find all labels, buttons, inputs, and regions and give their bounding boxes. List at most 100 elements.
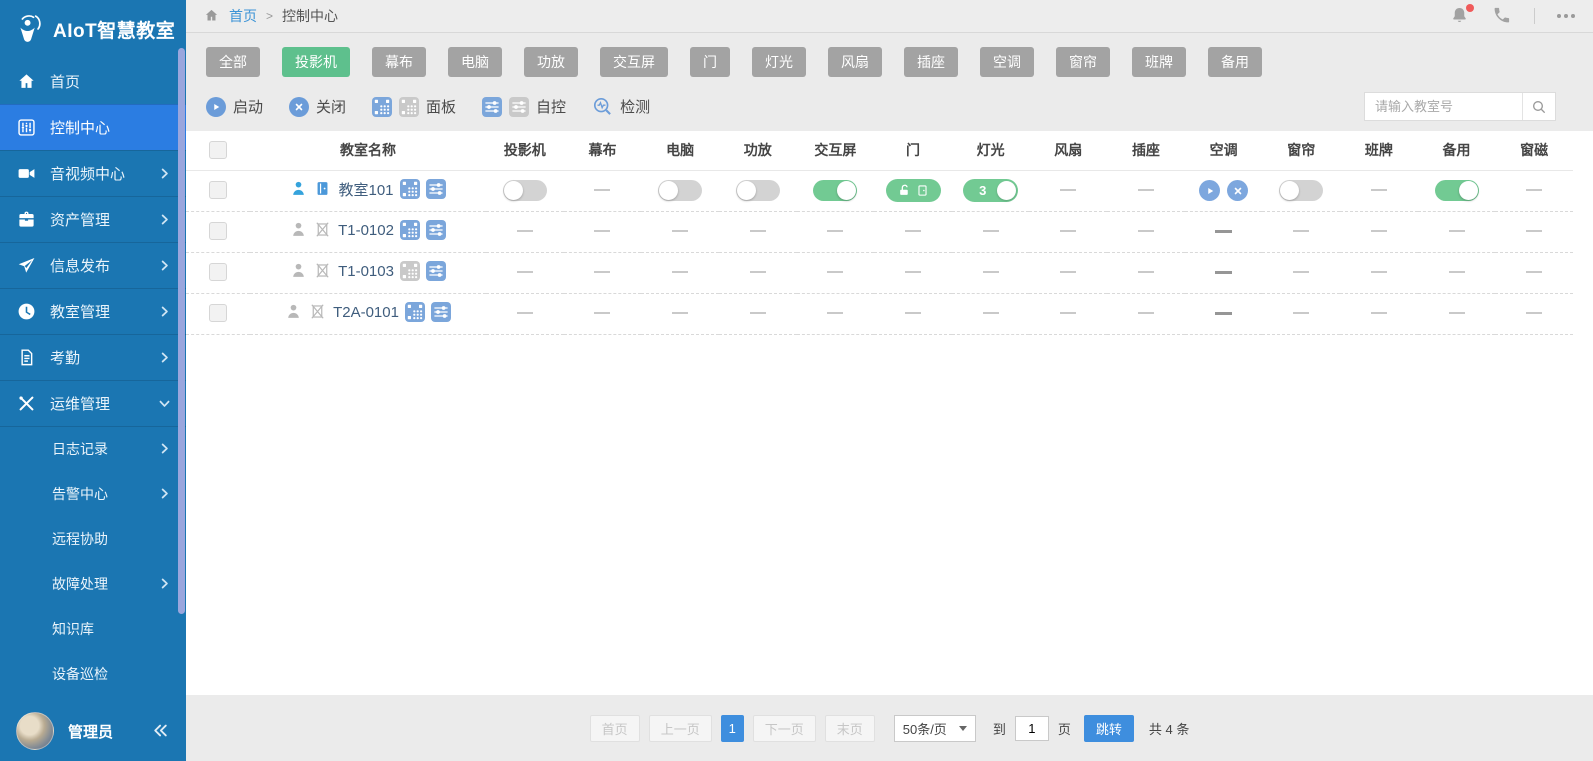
- last-page-button[interactable]: 末页: [825, 715, 875, 742]
- filter-computer[interactable]: 电脑: [448, 47, 502, 77]
- sidebar-footer: 管理员: [0, 701, 186, 761]
- autocontrol-off-icon[interactable]: [509, 97, 529, 117]
- close-circle-icon: [289, 97, 309, 117]
- room-name[interactable]: T2A-0101: [333, 304, 399, 321]
- sidebar-scrollbar[interactable]: [178, 48, 185, 614]
- filter-aircon[interactable]: 空调: [980, 47, 1034, 77]
- autocontrol-group[interactable]: 自控: [482, 96, 566, 117]
- autocontrol-icon[interactable]: [431, 302, 451, 322]
- sidebar-item-remote-assist[interactable]: 远程协助: [0, 516, 186, 561]
- sidebar-item-alarm-center[interactable]: 告警中心: [0, 471, 186, 516]
- panel-on-icon[interactable]: [372, 97, 392, 117]
- chevron-right-icon: [158, 442, 172, 456]
- door-control[interactable]: [886, 179, 941, 202]
- filter-door[interactable]: 门: [690, 47, 730, 77]
- page-size-select[interactable]: 50条/页: [894, 715, 976, 742]
- device-toggle-off[interactable]: [658, 180, 702, 201]
- ac-start-button[interactable]: [1199, 180, 1220, 201]
- device-toggle-off[interactable]: [736, 180, 780, 201]
- filter-amplifier[interactable]: 功放: [524, 47, 578, 77]
- light-count: 3: [979, 179, 986, 202]
- panel-icon[interactable]: [405, 302, 425, 322]
- panel-mode-group[interactable]: 面板: [372, 96, 456, 117]
- no-device-dash: [1060, 230, 1076, 232]
- device-toggle-off[interactable]: [503, 180, 547, 201]
- panel-icon[interactable]: [400, 261, 420, 281]
- row-checkbox[interactable]: [209, 263, 227, 281]
- panel-off-icon[interactable]: [399, 97, 419, 117]
- no-device-dash: [1138, 189, 1154, 191]
- breadcrumb-home-link[interactable]: 首页: [229, 6, 257, 26]
- avatar[interactable]: [16, 712, 54, 750]
- sidebar-item-attendance[interactable]: 考勤: [0, 334, 186, 380]
- row-checkbox[interactable]: [209, 304, 227, 322]
- panel-icon[interactable]: [400, 179, 420, 199]
- start-button[interactable]: 启动: [206, 96, 263, 117]
- device-toggle-off[interactable]: [1279, 180, 1323, 201]
- sidebar-item-av-center[interactable]: 音视频中心: [0, 150, 186, 196]
- device-toggle-on[interactable]: [813, 180, 857, 201]
- sidebar-item-device-inspection[interactable]: 设备巡检: [0, 651, 186, 696]
- sidebar-item-log-records[interactable]: 日志记录: [0, 426, 186, 471]
- sidebar-item-home[interactable]: 首页: [0, 58, 186, 104]
- sidebar-menu: 首页控制中心音视频中心资产管理信息发布教室管理考勤运维管理日志记录告警中心远程协…: [0, 58, 186, 696]
- autocontrol-icon[interactable]: [426, 220, 446, 240]
- sidebar-item-asset-management[interactable]: 资产管理: [0, 196, 186, 242]
- autocontrol-on-icon[interactable]: [482, 97, 502, 117]
- table-body: 教室101 3 T1-0102 T1-0103 T2A-0101: [186, 170, 1573, 334]
- room-name[interactable]: T1-0103: [338, 263, 394, 280]
- app-title: AIoT智慧教室: [53, 16, 175, 43]
- phone-icon[interactable]: [1492, 6, 1512, 26]
- ac-stop-button[interactable]: [1227, 180, 1248, 201]
- sidebar-item-control-center[interactable]: 控制中心: [0, 104, 186, 150]
- filter-projector[interactable]: 投影机: [282, 47, 350, 77]
- no-device-dash: [1293, 230, 1309, 232]
- light-control[interactable]: 3: [963, 179, 1018, 202]
- current-page[interactable]: 1: [721, 715, 744, 742]
- sidebar-item-classroom-management[interactable]: 教室管理: [0, 288, 186, 334]
- classroom-table: 教室名称投影机幕布电脑功放交互屏门灯光风扇插座空调窗帘班牌备用窗磁 教室101 …: [186, 131, 1593, 695]
- no-device-dash: [1060, 271, 1076, 273]
- sidebar-item-ops-management[interactable]: 运维管理: [0, 380, 186, 426]
- detect-label: 检测: [620, 96, 650, 117]
- topbar-actions: [1450, 6, 1575, 26]
- search-input[interactable]: [1365, 99, 1522, 114]
- no-device-dash: [594, 271, 610, 273]
- panel-icon[interactable]: [400, 220, 420, 240]
- notification-bell-icon[interactable]: [1450, 6, 1470, 26]
- more-options-icon[interactable]: [1557, 6, 1575, 26]
- select-all-checkbox[interactable]: [209, 141, 227, 159]
- sidebar: AIoT智慧教室 首页控制中心音视频中心资产管理信息发布教室管理考勤运维管理日志…: [0, 0, 186, 761]
- row-checkbox[interactable]: [209, 181, 227, 199]
- filter-all[interactable]: 全部: [206, 47, 260, 77]
- search-box: [1364, 92, 1556, 121]
- prev-page-button[interactable]: 上一页: [649, 715, 712, 742]
- filter-socket[interactable]: 插座: [904, 47, 958, 77]
- filter-class-sign[interactable]: 班牌: [1132, 47, 1186, 77]
- autocontrol-icon[interactable]: [426, 179, 446, 199]
- filter-curtain[interactable]: 窗帘: [1056, 47, 1110, 77]
- filter-screen[interactable]: 幕布: [372, 47, 426, 77]
- filter-interactive-screen[interactable]: 交互屏: [600, 47, 668, 77]
- detect-button[interactable]: 检测: [592, 96, 650, 117]
- autocontrol-icon[interactable]: [426, 261, 446, 281]
- home-icon: [16, 71, 36, 91]
- room-name[interactable]: T1-0102: [338, 222, 394, 239]
- close-button[interactable]: 关闭: [289, 96, 346, 117]
- jump-button[interactable]: 跳转: [1084, 715, 1134, 742]
- filter-backup[interactable]: 备用: [1208, 47, 1262, 77]
- filter-light[interactable]: 灯光: [752, 47, 806, 77]
- row-checkbox[interactable]: [209, 222, 227, 240]
- sidebar-item-info-publish[interactable]: 信息发布: [0, 242, 186, 288]
- sidebar-item-knowledge-base[interactable]: 知识库: [0, 606, 186, 651]
- sidebar-item-fault-handling[interactable]: 故障处理: [0, 561, 186, 606]
- filter-fan[interactable]: 风扇: [828, 47, 882, 77]
- first-page-button[interactable]: 首页: [590, 715, 640, 742]
- collapse-sidebar-icon[interactable]: [152, 722, 170, 740]
- no-device-dash: [905, 230, 921, 232]
- jump-page-input[interactable]: [1015, 716, 1049, 741]
- room-name[interactable]: 教室101: [338, 179, 393, 200]
- device-toggle-on[interactable]: [1435, 180, 1479, 201]
- search-icon[interactable]: [1522, 93, 1555, 120]
- next-page-button[interactable]: 下一页: [753, 715, 816, 742]
